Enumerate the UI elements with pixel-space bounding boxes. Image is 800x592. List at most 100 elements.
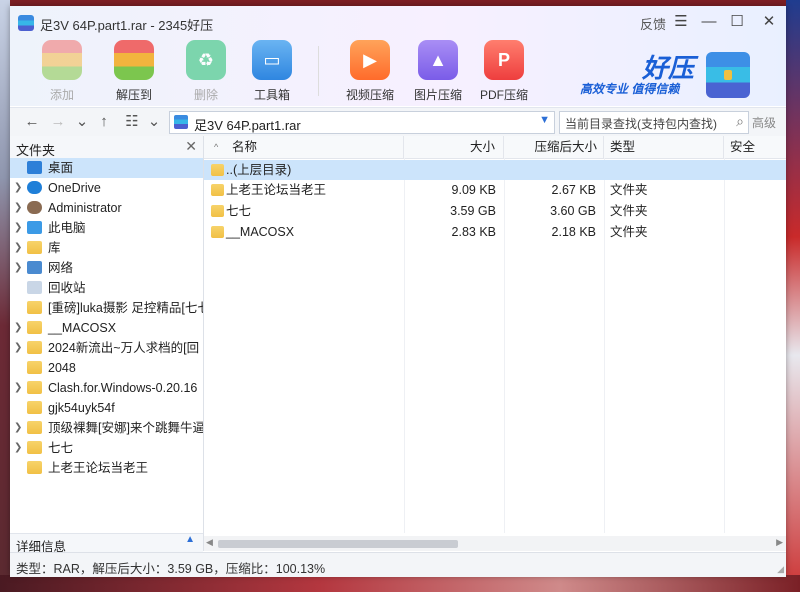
desktop-background-bottom: [0, 575, 800, 592]
tree-item-library[interactable]: ❯ 库: [10, 238, 203, 258]
path-text: 足3V 64P.part1.rar: [194, 118, 301, 133]
path-field[interactable]: 足3V 64P.part1.rar ▼: [169, 111, 555, 134]
maximize-icon[interactable]: ☐: [726, 12, 748, 32]
folder-icon: [211, 226, 224, 238]
chevron-right-icon[interactable]: ❯: [14, 238, 22, 258]
search-input[interactable]: 当前目录查找(支持包内查找) ⌕: [559, 111, 749, 134]
tree-item-this-pc[interactable]: ❯ 此电脑: [10, 218, 203, 238]
table-row[interactable]: 上老王论坛当老王 9.09 KB 2.67 KB 文件夹: [204, 180, 786, 200]
close-icon[interactable]: ✕: [758, 12, 780, 32]
video-compress-button[interactable]: ▶ 视频压缩: [338, 40, 402, 103]
recycle-icon: ♻: [186, 40, 226, 80]
delete-button[interactable]: ♻ 删除: [174, 40, 238, 103]
tree-item-desktop[interactable]: 桌面: [10, 158, 203, 178]
computer-icon: [27, 221, 42, 234]
up-icon[interactable]: ↑: [94, 112, 114, 132]
column-name[interactable]: ^ 名称: [204, 136, 404, 158]
extract-button[interactable]: 解压到: [102, 40, 166, 103]
desktop-background-right: [786, 0, 800, 592]
minimize-icon[interactable]: —: [698, 12, 720, 32]
scroll-left-icon[interactable]: ◀: [206, 537, 213, 548]
chevron-right-icon[interactable]: ❯: [14, 198, 22, 218]
library-icon: [27, 241, 42, 254]
folder-icon: [27, 461, 42, 474]
tree-item-folder[interactable]: gjk54uyk54f: [10, 398, 203, 418]
scrollbar-thumb[interactable]: [218, 540, 458, 548]
tree-item-folder[interactable]: ❯ 2024新流出~万人求档的[回: [10, 338, 203, 358]
folder-icon: [27, 361, 42, 374]
folder-icon: [27, 341, 42, 354]
titlebar: 足3V 64P.part1.rar - 2345好压 反馈 ☰ — ☐ ✕ 添加…: [10, 6, 786, 106]
horizontal-scrollbar[interactable]: ◀ ▶: [204, 536, 786, 551]
tree-item-folder[interactable]: 2048: [10, 358, 203, 378]
back-icon[interactable]: ←: [22, 112, 42, 132]
tree-item-folder[interactable]: 上老王论坛当老王: [10, 458, 203, 478]
column-type[interactable]: 类型: [604, 136, 724, 158]
chevron-right-icon[interactable]: ❯: [14, 378, 22, 398]
extract-icon: [114, 40, 154, 80]
chevron-right-icon[interactable]: ❯: [14, 418, 22, 438]
folder-tree: 桌面 ❯ OneDrive ❯ Administrator ❯ 此电脑 ❯ 库: [10, 158, 203, 478]
folder-icon: [211, 205, 224, 217]
scroll-right-icon[interactable]: ▶: [776, 537, 783, 548]
network-icon: [27, 261, 42, 274]
tree-item-folder[interactable]: ❯ 顶级裸舞[安娜]来个跳舞牛逼: [10, 418, 203, 438]
sort-icon: ^: [214, 142, 219, 152]
folder-icon: [27, 441, 42, 454]
column-size[interactable]: 大小: [404, 136, 504, 158]
file-list: ^ 名称 大小 压缩后大小 类型 安全 ..(上层目录) 上老王论坛当老王 9.…: [204, 136, 786, 551]
toolbox-button[interactable]: ▭ 工具箱: [240, 40, 304, 103]
table-row[interactable]: 七七 3.59 GB 3.60 GB 文件夹: [204, 201, 786, 221]
feedback-link[interactable]: 反馈: [640, 14, 666, 33]
image-compress-button[interactable]: ▲ 图片压缩: [406, 40, 470, 103]
brand-logo-icon: [706, 52, 750, 98]
folder-icon: [27, 421, 42, 434]
view-mode-icon[interactable]: ☷: [122, 112, 142, 132]
add-button[interactable]: 添加: [30, 40, 94, 103]
forward-icon[interactable]: →: [48, 112, 68, 132]
tree-item-onedrive[interactable]: ❯ OneDrive: [10, 178, 203, 198]
tree-item-network[interactable]: ❯ 网络: [10, 258, 203, 278]
column-security[interactable]: 安全: [724, 136, 786, 158]
menu-icon[interactable]: ☰: [670, 12, 692, 32]
table-row[interactable]: __MACOSX 2.83 KB 2.18 KB 文件夹: [204, 222, 786, 242]
folder-tree-panel: 文件夹 ✕ 桌面 ❯ OneDrive ❯ Administrator ❯ 此电…: [10, 136, 204, 554]
desktop-background-left: [0, 0, 10, 592]
tree-item-folder[interactable]: [重磅]luka摄影 足控精品[七七: [10, 298, 203, 318]
tree-item-folder[interactable]: ❯ Clash.for.Windows-0.20.16: [10, 378, 203, 398]
tree-item-folder[interactable]: ❯ 七七: [10, 438, 203, 458]
haozip-window: 足3V 64P.part1.rar - 2345好压 反馈 ☰ — ☐ ✕ 添加…: [10, 6, 786, 577]
chevron-right-icon[interactable]: ❯: [14, 258, 22, 278]
search-icon[interactable]: ⌕: [736, 113, 744, 130]
cloud-icon: [27, 181, 42, 194]
tree-item-administrator[interactable]: ❯ Administrator: [10, 198, 203, 218]
toolbar-separator: [318, 46, 319, 96]
table-row[interactable]: ..(上层目录): [204, 160, 786, 180]
close-panel-icon[interactable]: ✕: [185, 138, 197, 155]
path-dropdown-icon[interactable]: ▼: [539, 114, 550, 126]
archive-icon: [174, 115, 188, 129]
extract-label: 解压到: [115, 88, 152, 102]
view-dropdown-icon[interactable]: ⌄: [144, 112, 164, 132]
chevron-right-icon[interactable]: ❯: [14, 338, 22, 358]
chevron-right-icon[interactable]: ❯: [14, 438, 22, 458]
pdf-compress-button[interactable]: P PDF压缩: [472, 40, 536, 103]
tree-item-folder[interactable]: ❯ __MACOSX: [10, 318, 203, 338]
add-label: 添加: [49, 88, 74, 102]
advanced-search-link[interactable]: 高级: [752, 114, 776, 131]
folder-icon: [211, 164, 224, 176]
chevron-down-icon[interactable]: ⌄: [72, 112, 92, 132]
brand-area: 好压 高效专业 值得信赖: [578, 46, 778, 106]
chevron-right-icon[interactable]: ❯: [14, 218, 22, 238]
details-panel-toggle[interactable]: 详细信息 ▲: [10, 533, 203, 554]
recycle-bin-icon: [27, 281, 42, 294]
status-text: 类型：RAR，解压后大小：3.59 GB，压缩比：100.13%: [16, 562, 326, 576]
chevron-right-icon[interactable]: ❯: [14, 318, 22, 338]
chevron-right-icon[interactable]: ❯: [14, 178, 22, 198]
tree-item-recycle-bin[interactable]: 回收站: [10, 278, 203, 298]
image-compress-label: 图片压缩: [413, 88, 462, 102]
resize-grip-icon[interactable]: ◢: [777, 564, 784, 575]
chevron-up-icon[interactable]: ▲: [185, 534, 195, 545]
column-packed-size[interactable]: 压缩后大小: [504, 136, 604, 158]
image-icon: ▲: [418, 40, 458, 80]
